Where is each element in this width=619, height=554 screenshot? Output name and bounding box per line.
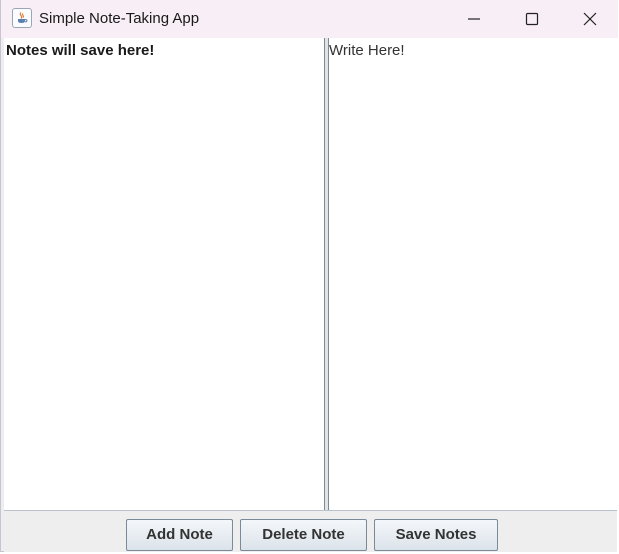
close-button[interactable] xyxy=(561,0,619,38)
minimize-icon xyxy=(468,18,480,20)
minimize-button[interactable] xyxy=(445,0,503,38)
maximize-button[interactable] xyxy=(503,0,561,38)
close-icon xyxy=(583,12,597,26)
note-editor[interactable]: Write Here! xyxy=(329,38,617,510)
notes-list-pane[interactable]: Notes will save here! xyxy=(4,38,325,510)
main-content: Notes will save here! Write Here! xyxy=(4,38,617,510)
button-bar: Add Note Delete Note Save Notes xyxy=(4,510,617,552)
app-window: Simple Note-Taking App Notes will save h… xyxy=(0,0,618,552)
save-notes-button[interactable]: Save Notes xyxy=(374,519,498,551)
maximize-icon xyxy=(525,12,539,26)
notes-list-label: Notes will save here! xyxy=(6,42,155,59)
window-title: Simple Note-Taking App xyxy=(39,10,200,27)
add-note-button[interactable]: Add Note xyxy=(126,519,233,551)
java-cup-icon[interactable] xyxy=(12,8,32,28)
delete-note-button[interactable]: Delete Note xyxy=(240,519,367,551)
title-bar[interactable]: Simple Note-Taking App xyxy=(1,0,618,38)
